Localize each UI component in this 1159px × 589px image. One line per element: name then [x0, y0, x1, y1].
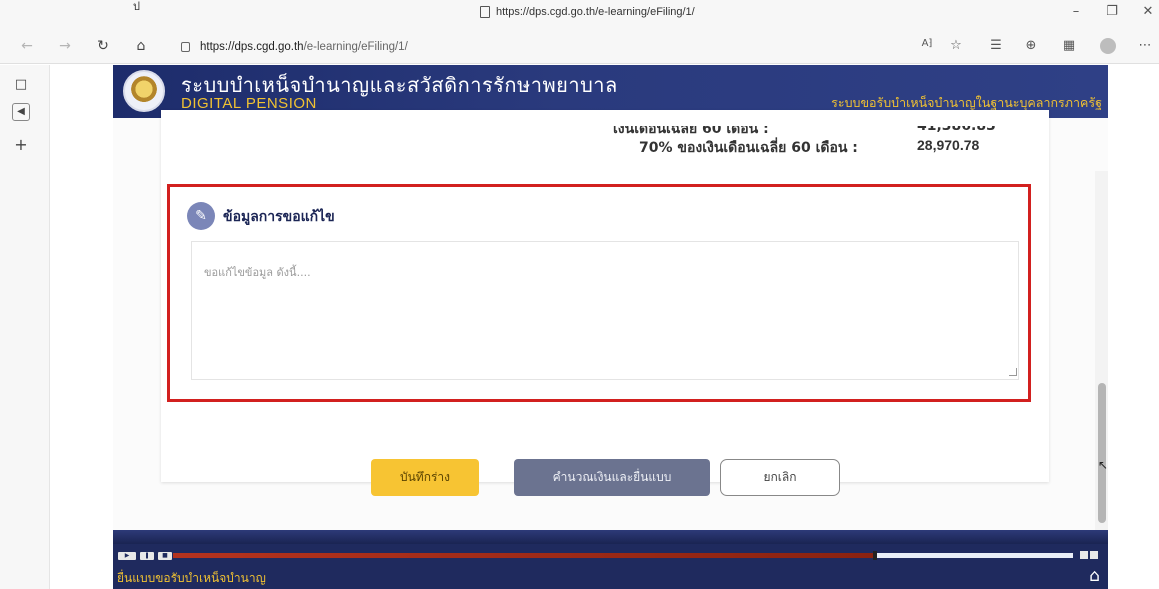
calculate-submit-button[interactable]: คำนวณเงินและยื่นแบบ [514, 459, 710, 496]
page-icon [480, 6, 490, 18]
form-area: เงินเดือนเฉลี่ย 60 เดือน : 41,386.83 70%… [113, 110, 1108, 583]
player-controls: ▶ ❚ ■ [118, 552, 172, 560]
volume-icon[interactable] [1080, 551, 1088, 559]
add-sidebar-icon[interactable]: + [12, 135, 30, 154]
pause-icon[interactable]: ❚ [140, 552, 154, 560]
play-icon[interactable]: ▶ [118, 552, 136, 560]
screen: ป https://dps.cgd.go.th/e-learning/eFili… [0, 0, 1159, 589]
forward-icon[interactable]: → [56, 38, 74, 54]
correction-textarea[interactable] [191, 241, 1019, 380]
progress-bar[interactable] [173, 551, 1073, 560]
read-aloud-sidebar-icon[interactable]: ◀ [12, 103, 30, 121]
resize-handle[interactable] [1009, 368, 1017, 376]
mouse-cursor-icon: ↖ [1098, 458, 1108, 472]
player-extra-controls [1080, 551, 1098, 559]
url-host: https://dps.cgd.go.th [200, 41, 304, 53]
pencil-icon: ✎ [187, 202, 215, 230]
window-title-url: https://dps.cgd.go.th/e-learning/eFiling… [496, 6, 695, 18]
page-scrollbar-thumb[interactable] [1098, 383, 1106, 523]
extensions-icon[interactable]: ▦ [1060, 38, 1078, 53]
window-right-margin [1108, 65, 1159, 589]
edge-sidebar: □ ◀ + [0, 65, 50, 589]
correction-title: ข้อมูลการขอแก้ไข [223, 209, 335, 225]
player-top-strip [113, 530, 1108, 544]
close-icon[interactable]: ✕ [1138, 4, 1158, 19]
home-icon[interactable]: ⌂ [132, 38, 150, 54]
tab-actions-icon[interactable]: □ [12, 77, 30, 92]
url-path: /e-learning/eFiling/1/ [303, 41, 408, 53]
home-nav-icon[interactable]: ⌂ [1089, 566, 1100, 586]
progress-fill [173, 553, 875, 558]
favorites-icon[interactable]: ☰ [987, 38, 1005, 53]
cancel-button[interactable]: ยกเลิก [720, 459, 840, 496]
favorite-add-icon[interactable]: ☆ [947, 38, 965, 53]
back-icon[interactable]: ← [18, 38, 36, 54]
profile-icon[interactable] [1100, 38, 1116, 54]
window-title: https://dps.cgd.go.th/e-learning/eFiling… [480, 6, 695, 18]
progress-knob[interactable] [873, 551, 877, 560]
read-aloud-icon[interactable]: A⁆ [918, 38, 936, 49]
cgd-logo [123, 70, 165, 112]
more-icon[interactable]: ⋯ [1136, 38, 1154, 53]
address-bar[interactable]: https://dps.cgd.go.th /e-learning/eFilin… [175, 36, 875, 58]
fullscreen-icon[interactable] [1090, 551, 1098, 559]
collections-icon[interactable]: ⊕ [1022, 38, 1040, 53]
stop-icon[interactable]: ■ [158, 552, 172, 560]
module-title: ยื่นแบบขอรับบำเหน็จบำนาญ [117, 571, 266, 585]
refresh-icon[interactable]: ↻ [94, 38, 112, 54]
window-titlebar: ป https://dps.cgd.go.th/e-learning/eFili… [0, 0, 1159, 30]
web-content: ระบบบำเหน็จบำนาญและสวัสดิการรักษาพยาบาล … [113, 65, 1108, 589]
pension-percent-label: 70% ของเงินเดือนเฉลี่ย 60 เดือน : [639, 140, 858, 156]
minimize-icon[interactable]: – [1066, 4, 1086, 19]
title-fragment: ป [133, 0, 140, 13]
restore-icon[interactable]: ❐ [1102, 4, 1122, 19]
save-draft-button[interactable]: บันทึกร่าง [371, 459, 479, 496]
browser-toolbar: ← → ↻ ⌂ https://dps.cgd.go.th /e-learnin… [0, 30, 1159, 64]
pension-percent-value: 28,970.78 [917, 137, 980, 153]
lock-icon[interactable] [181, 42, 190, 52]
player-bar: ▶ ❚ ■ ยื่นแบบขอรับบำเหน็จบำนาญ ⌂ [113, 530, 1108, 589]
